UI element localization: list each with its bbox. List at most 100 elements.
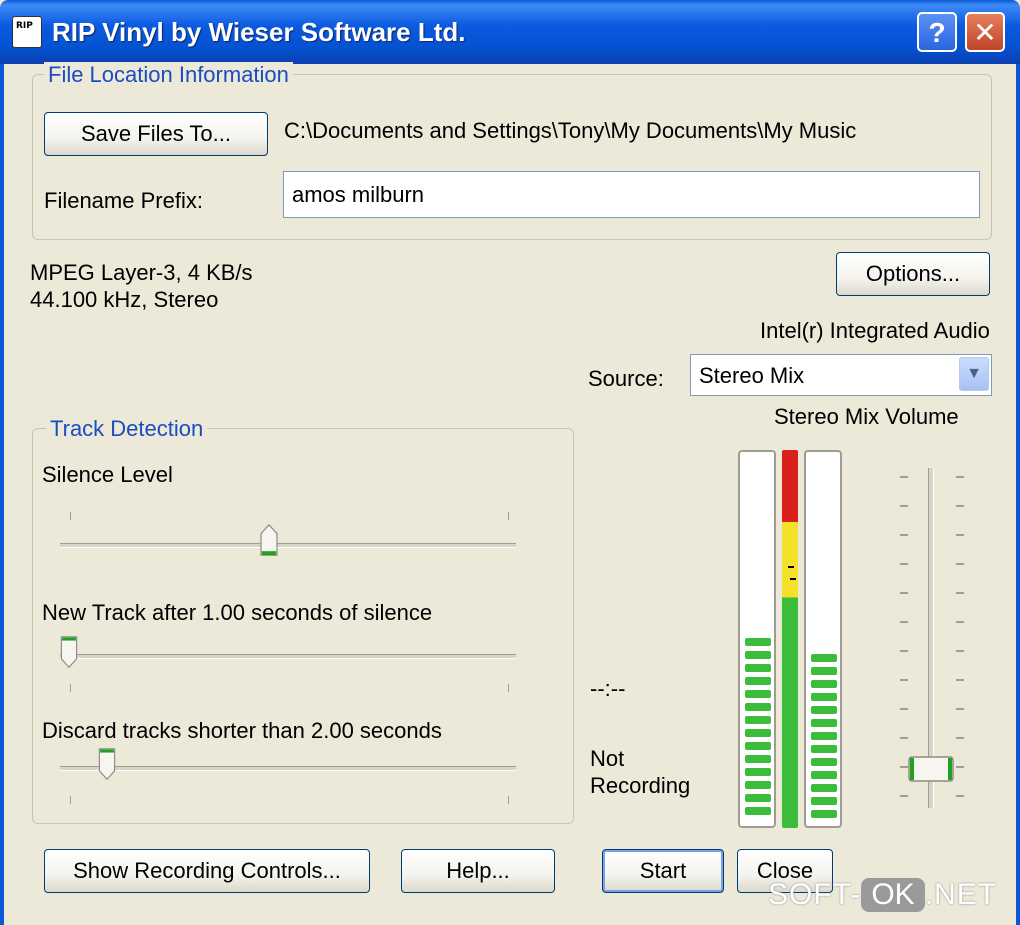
right-level-meter <box>804 450 842 828</box>
volume-tick <box>956 592 964 594</box>
device-name: Intel(r) Integrated Audio <box>760 318 990 343</box>
volume-tick <box>956 505 964 507</box>
help-button[interactable]: Help... <box>401 849 555 893</box>
recording-status-line-1: Not <box>590 746 625 771</box>
volume-tick <box>956 708 964 710</box>
meter-segment <box>745 716 771 724</box>
options-button[interactable]: Options... <box>836 252 990 296</box>
meter-segment <box>811 784 837 792</box>
show-recording-controls-label: Show Recording Controls... <box>73 858 341 883</box>
watermark-part-3: .NET <box>924 878 998 911</box>
filename-prefix-input[interactable] <box>283 171 980 218</box>
options-label: Options... <box>865 261 961 286</box>
volume-tick <box>956 766 964 768</box>
meter-segment <box>745 664 771 672</box>
meter-segment <box>811 706 837 714</box>
meter-segment <box>745 677 771 685</box>
new-track-slider-tick-min <box>70 684 71 692</box>
meter-segment <box>811 810 837 818</box>
volume-tick <box>900 534 908 536</box>
chevron-down-icon[interactable]: ▼ <box>959 357 989 391</box>
start-button[interactable]: Start <box>602 849 724 893</box>
volume-tick <box>900 679 908 681</box>
source-select-value: Stereo Mix <box>699 363 805 388</box>
meter-segment <box>811 745 837 753</box>
time-display: --:-- <box>590 676 626 701</box>
volume-tick <box>956 795 964 797</box>
volume-tick <box>956 476 964 478</box>
volume-tick <box>900 708 908 710</box>
meter-segment <box>745 768 771 776</box>
title-bar[interactable]: RIP RIP Vinyl by Wieser Software Ltd. ? … <box>0 0 1020 64</box>
meter-segment <box>745 638 771 646</box>
meter-segment <box>745 794 771 802</box>
meter-segment <box>745 703 771 711</box>
discard-slider-thumb[interactable] <box>96 748 118 780</box>
volume-tick <box>900 505 908 507</box>
meter-segment <box>745 755 771 763</box>
new-track-slider-track[interactable] <box>60 654 516 659</box>
meter-segment <box>811 680 837 688</box>
meter-segment <box>745 690 771 698</box>
peak-scale-bar <box>782 450 798 828</box>
source-select[interactable]: Stereo Mix ▼ <box>690 354 992 396</box>
watermark: SOFT- OK .NET <box>768 878 997 912</box>
left-level-meter <box>738 450 776 828</box>
track-detection-group-title: Track Detection <box>46 416 208 442</box>
volume-slider-thumb[interactable] <box>908 756 954 782</box>
meter-segment <box>811 693 837 701</box>
help-label: Help... <box>446 858 510 883</box>
filename-prefix-label: Filename Prefix: <box>44 188 203 213</box>
format-line-2: 44.100 kHz, Stereo <box>30 287 219 312</box>
show-recording-controls-button[interactable]: Show Recording Controls... <box>44 849 370 893</box>
volume-tick <box>900 476 908 478</box>
volume-ticks-right <box>956 476 964 806</box>
start-label: Start <box>639 858 687 883</box>
meter-segment <box>745 781 771 789</box>
silence-slider-tick-max <box>508 512 509 520</box>
volume-tick <box>956 534 964 536</box>
peak-marker-1 <box>788 566 794 568</box>
volume-tick <box>956 621 964 623</box>
volume-tick <box>956 563 964 565</box>
window-title: RIP Vinyl by Wieser Software Ltd. <box>52 17 466 47</box>
help-title-button[interactable]: ? <box>917 12 957 52</box>
silence-slider-thumb[interactable] <box>258 524 280 556</box>
meter-segment <box>811 771 837 779</box>
save-files-to-label: Save Files To... <box>81 121 231 146</box>
meter-segment <box>811 797 837 805</box>
volume-ticks-left <box>900 476 908 806</box>
volume-tick <box>900 650 908 652</box>
meter-segment <box>745 742 771 750</box>
meter-segment <box>745 651 771 659</box>
volume-tick <box>956 650 964 652</box>
volume-tick <box>900 563 908 565</box>
watermark-part-2: OK <box>861 878 925 912</box>
discard-slider-tick-max <box>508 796 509 804</box>
volume-tick <box>900 795 908 797</box>
new-track-slider-tick-max <box>508 684 509 692</box>
volume-tick <box>956 679 964 681</box>
peak-marker-2 <box>790 578 796 580</box>
silence-slider-tick-min <box>70 512 71 520</box>
new-track-slider-thumb[interactable] <box>58 636 80 668</box>
watermark-part-1: SOFT- <box>768 878 862 911</box>
discard-slider-tick-min <box>70 796 71 804</box>
volume-tick <box>900 737 908 739</box>
volume-tick <box>900 592 908 594</box>
save-files-to-button[interactable]: Save Files To... <box>44 112 268 156</box>
silence-slider-track[interactable] <box>60 543 516 548</box>
new-track-label: New Track after 1.00 seconds of silence <box>42 600 433 625</box>
recording-status-line-2: Recording <box>590 773 691 798</box>
discard-label: Discard tracks shorter than 2.00 seconds <box>42 718 442 743</box>
volume-label: Stereo Mix Volume <box>774 404 959 429</box>
meter-segment <box>811 719 837 727</box>
volume-tick <box>900 621 908 623</box>
discard-slider-track[interactable] <box>60 766 516 771</box>
close-window-button[interactable]: ✕ <box>965 12 1005 52</box>
meter-segment <box>745 729 771 737</box>
meter-segment <box>811 758 837 766</box>
format-line-1: MPEG Layer-3, 4 KB/s <box>30 260 253 285</box>
meter-segment <box>811 667 837 675</box>
volume-tick <box>900 766 908 768</box>
